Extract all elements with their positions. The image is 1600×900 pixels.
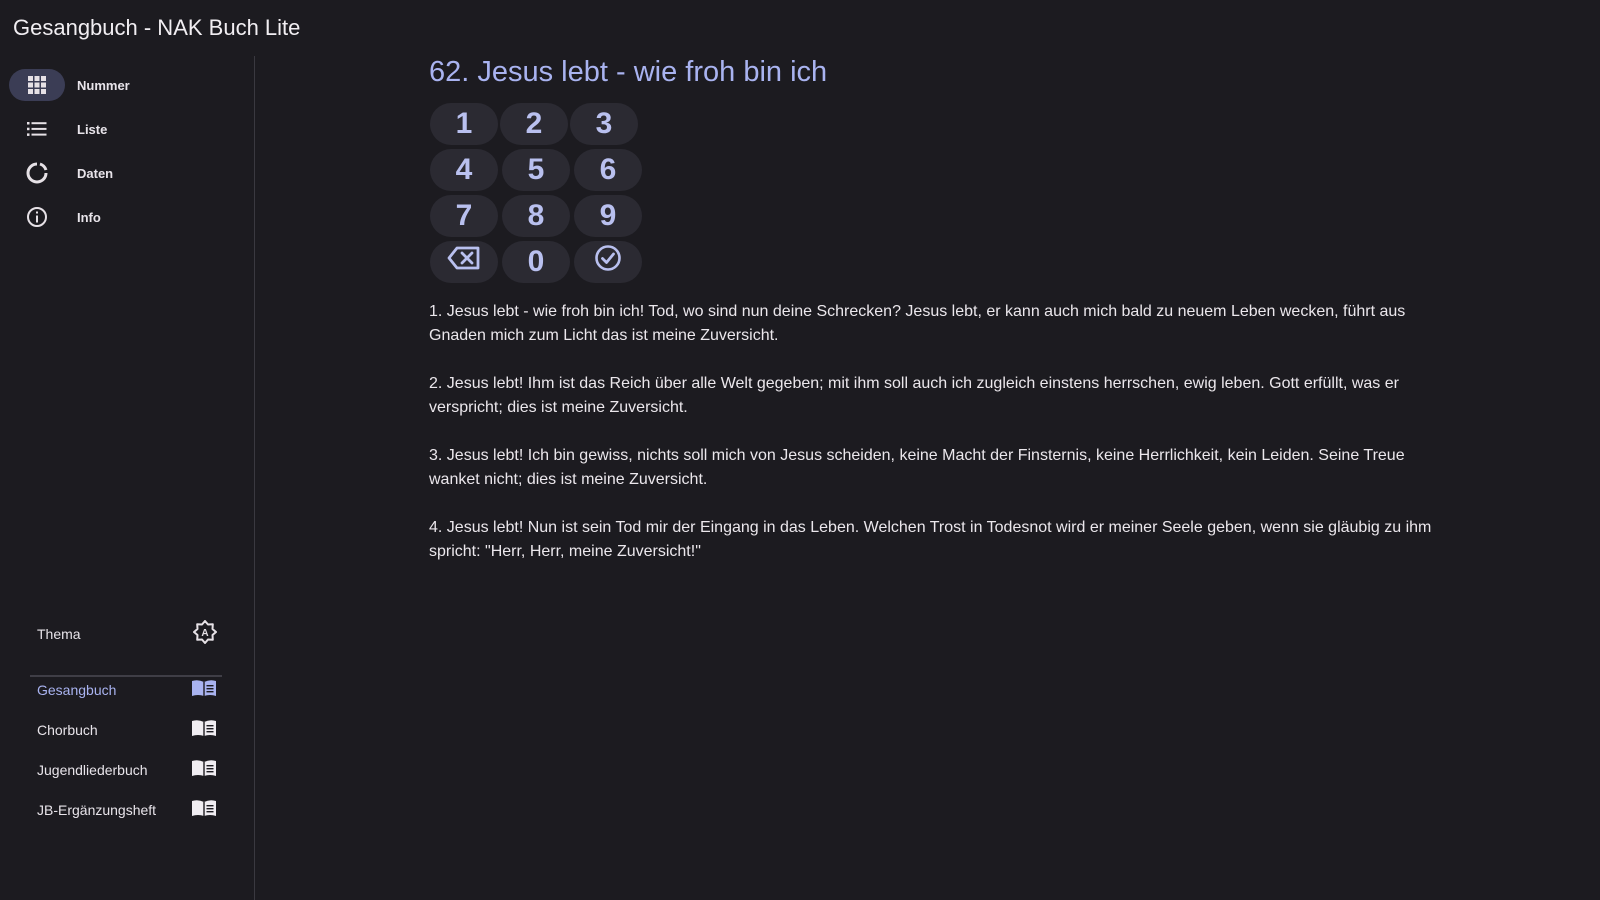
book-label-chorbuch: Chorbuch <box>37 722 98 738</box>
key-8[interactable]: 8 <box>502 195 570 237</box>
nav-label-nummer: Nummer <box>77 77 130 93</box>
nav-item-nummer[interactable]: Nummer <box>9 68 239 102</box>
check-circle-icon <box>594 244 622 280</box>
key-1[interactable]: 1 <box>430 103 498 145</box>
theme-label: Thema <box>37 626 81 642</box>
key-7[interactable]: 7 <box>430 195 498 237</box>
book-label-jugendliederbuch: Jugendliederbuch <box>37 762 148 778</box>
sidebar: Nummer Liste Daten Info Thema A Gesangbu… <box>0 56 255 900</box>
nav-label-daten: Daten <box>77 165 114 181</box>
book-label-jb-ergaenzungsheft: JB-Ergänzungsheft <box>37 802 157 818</box>
app-titlebar: Gesangbuch - NAK Buch Lite <box>0 0 1600 56</box>
verse: 3. Jesus lebt! Ich bin gewiss, nichts so… <box>429 447 1405 488</box>
nav-label-liste: Liste <box>77 121 108 137</box>
book-open-icon <box>191 758 217 783</box>
nav-label-info: Info <box>77 209 101 225</box>
number-keypad: 1 2 3 4 5 6 7 8 9 0 <box>430 103 646 285</box>
key-6[interactable]: 6 <box>574 149 642 191</box>
nav-item-liste[interactable]: Liste <box>9 112 239 146</box>
backspace-button[interactable] <box>430 241 498 283</box>
song-verses: 1. Jesus lebt - wie froh bin ich! Tod, w… <box>429 300 1439 588</box>
song-title: 62. Jesus lebt - wie froh bin ich <box>429 56 828 88</box>
book-open-icon <box>191 798 217 823</box>
key-0[interactable]: 0 <box>502 241 570 283</box>
verse: 2. Jesus lebt! Ihm ist das Reich über al… <box>429 375 1399 416</box>
key-5[interactable]: 5 <box>502 149 570 191</box>
confirm-button[interactable] <box>574 241 642 283</box>
theme-toggle[interactable]: Thema A <box>29 616 225 652</box>
book-item-jb-ergaenzungsheft[interactable]: JB-Ergänzungsheft <box>29 792 225 828</box>
nav-item-daten[interactable]: Daten <box>9 156 239 190</box>
book-open-icon <box>191 718 217 743</box>
app-title: Gesangbuch - NAK Buch Lite <box>13 15 301 40</box>
key-2[interactable]: 2 <box>500 103 568 145</box>
key-4[interactable]: 4 <box>430 149 498 191</box>
list-icon <box>9 113 65 145</box>
book-item-chorbuch[interactable]: Chorbuch <box>29 712 225 748</box>
refresh-icon <box>9 157 65 189</box>
verse: 1. Jesus lebt - wie froh bin ich! Tod, w… <box>429 303 1406 344</box>
grid-icon <box>9 69 65 101</box>
book-label-gesangbuch: Gesangbuch <box>37 682 117 698</box>
backspace-icon <box>447 245 481 279</box>
info-icon <box>9 201 65 233</box>
book-item-gesangbuch[interactable]: Gesangbuch <box>29 672 225 708</box>
book-open-icon <box>191 678 217 703</box>
brightness-auto-icon: A <box>193 619 217 649</box>
key-9[interactable]: 9 <box>574 195 642 237</box>
key-3[interactable]: 3 <box>570 103 638 145</box>
nav-item-info[interactable]: Info <box>9 200 239 234</box>
verse: 4. Jesus lebt! Nun ist sein Tod mir der … <box>429 519 1432 560</box>
book-item-jugendliederbuch[interactable]: Jugendliederbuch <box>29 752 225 788</box>
svg-text:A: A <box>201 628 208 639</box>
